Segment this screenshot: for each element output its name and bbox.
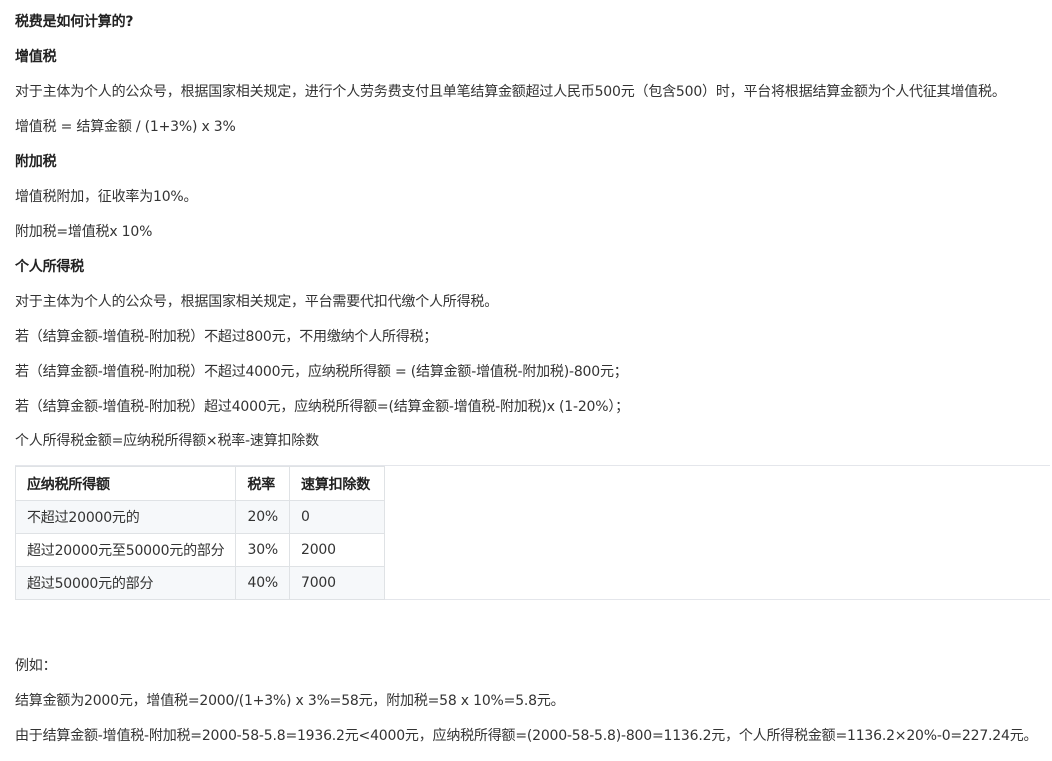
example-line-2: 由于结算金额-增值税-附加税=2000-58-5.8=1936.2元<4000元…: [15, 728, 1038, 744]
tax-rate-table: 应纳税所得额 税率 速算扣除数 不超过20000元的 20% 0 超过20000…: [14, 466, 386, 600]
vat-heading: 增值税: [15, 49, 57, 65]
income-tax-description: 对于主体为个人的公众号，根据国家相关规定，平台需要代扣代缴个人所得税。: [15, 294, 498, 310]
income-tax-formula: 个人所得税金额=应纳税所得额×税率-速算扣除数: [15, 433, 319, 449]
table-cell: 2000: [289, 533, 386, 567]
table-header-tax-rate: 税率: [235, 466, 291, 501]
example-line-1: 结算金额为2000元，增值税=2000/(1+3%) x 3%=58元，附加税=…: [15, 693, 565, 709]
table-header-row: 应纳税所得额 税率 速算扣除数: [14, 466, 386, 501]
income-tax-rule-2: 若（结算金额-增值税-附加税）不超过4000元，应纳税所得额 = (结算金额-增…: [15, 364, 628, 380]
table-cell: 20%: [235, 500, 291, 534]
table-cell: 超过20000元至50000元的部分: [14, 533, 237, 567]
example-label: 例如：: [15, 658, 57, 674]
income-tax-rule-3: 若（结算金额-增值税-附加税）超过4000元，应纳税所得额=(结算金额-增值税-…: [15, 399, 629, 415]
income-tax-heading: 个人所得税: [15, 259, 84, 275]
table-cell: 不超过20000元的: [14, 500, 237, 534]
vat-formula: 增值税 = 结算金额 / (1+3%) x 3%: [15, 119, 236, 135]
table-cell: 超过50000元的部分: [14, 566, 237, 600]
income-tax-rule-1: 若（结算金额-增值税-附加税）不超过800元，不用缴纳个人所得税；: [15, 329, 438, 345]
table-cell: 30%: [235, 533, 291, 567]
table-cell: 40%: [235, 566, 291, 600]
table-header-taxable-income: 应纳税所得额: [14, 466, 237, 501]
table-row: 超过20000元至50000元的部分 30% 2000: [14, 533, 386, 567]
vat-description: 对于主体为个人的公众号，根据国家相关规定，进行个人劳务费支付且单笔结算金额超过人…: [15, 84, 1006, 100]
table-row: 超过50000元的部分 40% 7000: [14, 566, 386, 600]
table-cell: 7000: [289, 566, 386, 600]
tax-rate-table-container: 应纳税所得额 税率 速算扣除数 不超过20000元的 20% 0 超过20000…: [14, 465, 1050, 600]
surtax-description: 增值税附加，征收率为10%。: [15, 189, 198, 205]
surtax-formula: 附加税=增值税x 10%: [15, 224, 153, 240]
table-header-quick-deduction: 速算扣除数: [289, 466, 386, 501]
page-title: 税费是如何计算的?: [15, 14, 134, 30]
table-row: 不超过20000元的 20% 0: [14, 500, 386, 534]
table-cell: 0: [289, 500, 386, 534]
surtax-heading: 附加税: [15, 154, 57, 170]
